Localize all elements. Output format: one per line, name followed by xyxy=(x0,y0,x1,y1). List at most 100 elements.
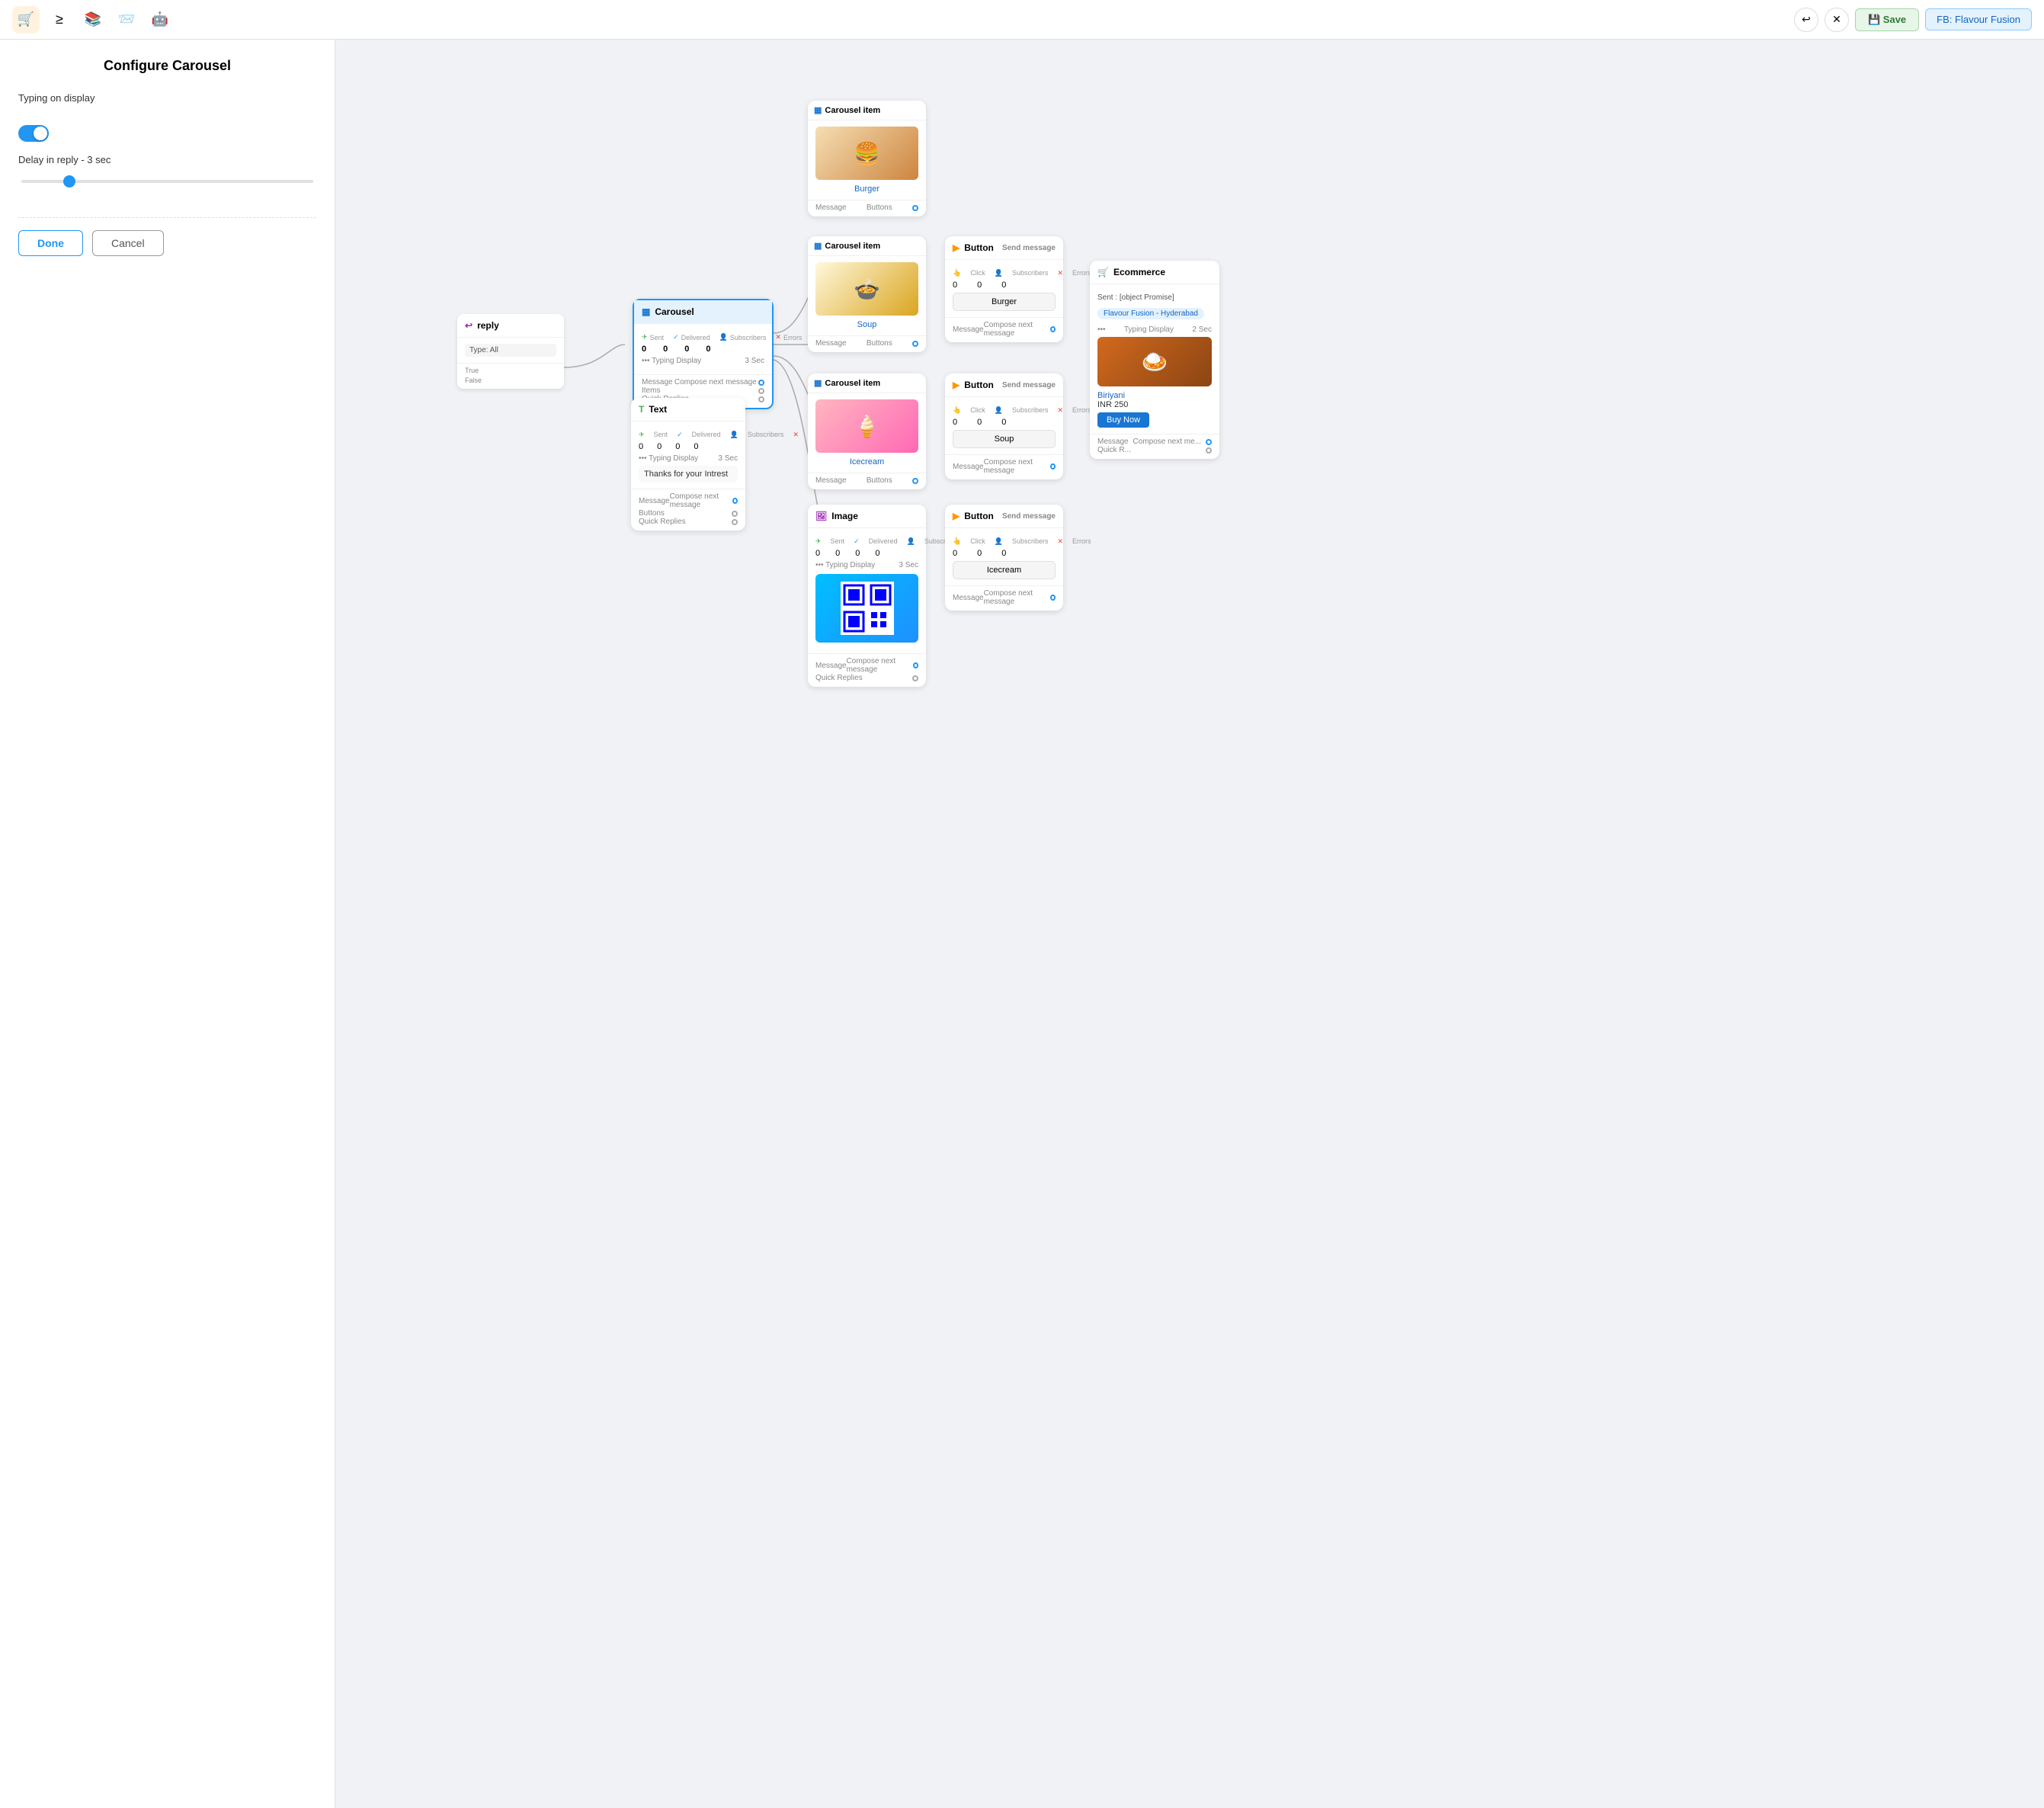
ci-burger-msg: Message xyxy=(815,204,847,212)
btn-soup-err-num: 0 xyxy=(1001,418,1006,427)
typing-toggle[interactable] xyxy=(18,125,49,142)
stat-delivered: ✓ Delivered xyxy=(673,333,710,341)
condition-icon-btn[interactable]: ≥ xyxy=(46,6,73,34)
ci-burger-port[interactable] xyxy=(912,205,918,211)
ci-burger-icon: ▦ xyxy=(814,105,822,115)
btn-icecream-click-icon: 👆 xyxy=(953,537,961,546)
btn-soup-node[interactable]: ▶ Button Send message 👆 Click 👤 Subscrib… xyxy=(945,373,1063,479)
text-buttons-port[interactable] xyxy=(732,511,738,517)
buy-now-button[interactable]: Buy Now xyxy=(1097,412,1149,428)
qr-port[interactable] xyxy=(758,396,764,402)
btn-icecream-port[interactable] xyxy=(1050,595,1056,601)
compose-port[interactable] xyxy=(758,380,764,386)
fb-button[interactable]: FB: Flavour Fusion xyxy=(1925,8,2032,30)
done-button[interactable]: Done xyxy=(18,230,83,256)
btn-soup-compose: Compose next message xyxy=(984,458,1050,475)
bot-icon-btn[interactable]: 🤖 xyxy=(146,6,174,34)
stack-icon-btn[interactable]: 📚 xyxy=(79,6,107,34)
btn-icecream-node[interactable]: ▶ Button Send message 👆 Click 👤 Subscrib… xyxy=(945,505,1063,611)
ci-burger-title: Carousel item xyxy=(825,106,880,115)
reply-true: True xyxy=(465,367,556,374)
ci-soup-port[interactable] xyxy=(912,341,918,347)
broadcast-icon-btn[interactable]: 📨 xyxy=(113,6,140,34)
ecomm-icon: 🛒 xyxy=(1097,267,1109,277)
ecomm-tag: Flavour Fusion - Hyderabad xyxy=(1097,308,1204,319)
canvas-area[interactable]: ↩ reply Type: All True False ▦ Carousel xyxy=(335,40,2044,1808)
left-panel: Configure Carousel Typing on display Del… xyxy=(0,40,335,1808)
stat-errors: ✕ Errors xyxy=(775,333,802,341)
ci-icecream-node[interactable]: ▦ Carousel item 🍦 Icecream Message Butto… xyxy=(808,373,926,489)
btn-soup-sub-num: 0 xyxy=(977,418,982,427)
ci-icecream-port[interactable] xyxy=(912,478,918,484)
image-footer-row: Message Compose next message xyxy=(815,657,918,674)
btn-icecream-footer-row: Message Compose next message xyxy=(953,589,1056,606)
text-node[interactable]: T Text ✈ Sent ✓ Delivered 👤 Subscribers … xyxy=(631,398,745,531)
ecomm-node[interactable]: 🛒 Ecommerce Sent : [object Promise] Flav… xyxy=(1090,261,1219,459)
errors-icon: ✕ xyxy=(775,333,781,341)
cancel-button[interactable]: Cancel xyxy=(92,230,164,256)
text-qr-port[interactable] xyxy=(732,519,738,525)
image-node[interactable]: 🖼 Image ✈ Sent ✓ Delivered 👤 Subscribers… xyxy=(808,505,926,687)
btn-soup-body: 👆 Click 👤 Subscribers ✕ Errors 0 0 0 Sou… xyxy=(945,397,1063,454)
ecomm-port[interactable] xyxy=(1206,439,1212,445)
ci-burger-footer: Message Buttons xyxy=(808,200,926,216)
ci-icecream-header: ▦ Carousel item xyxy=(808,373,926,393)
text-compose-port[interactable] xyxy=(732,498,738,504)
items-port[interactable] xyxy=(758,388,764,394)
btn-burger-node[interactable]: ▶ Button Send message 👆 Click 👤 Subscrib… xyxy=(945,236,1063,342)
ecomm-title: Ecommerce xyxy=(1113,267,1165,277)
carousel-header: ▦ Carousel xyxy=(634,300,772,324)
btn-soup-action[interactable]: Soup xyxy=(953,430,1056,448)
sent-num: 0 xyxy=(642,345,646,354)
img-sent-num: 0 xyxy=(815,549,820,558)
btn-burger-action[interactable]: Burger xyxy=(953,293,1056,311)
text-del-num: 0 xyxy=(657,442,662,451)
image-footer: Message Compose next message Quick Repli… xyxy=(808,653,926,687)
btn-icecream-action[interactable]: Icecream xyxy=(953,561,1056,579)
image-qr-port[interactable] xyxy=(912,675,918,681)
btn-burger-footer: Message Compose next message xyxy=(945,317,1063,342)
btn-soup-stats-nums: 0 0 0 xyxy=(953,418,1056,427)
ci-soup-msg: Message xyxy=(815,339,847,348)
ci-icecream-msg-row: Message Buttons xyxy=(815,476,918,485)
carousel-stats: ✈ Sent ✓ Delivered 👤 Subscribers ✕ xyxy=(642,333,764,341)
footer-items-label: Items xyxy=(642,386,660,395)
text-err-icon: ✕ xyxy=(793,431,799,439)
delay-row: Delay in reply - 3 sec xyxy=(18,154,316,187)
text-footer-compose: Compose next message xyxy=(670,492,732,509)
ecomm-footer: Message Compose next me... Quick R... xyxy=(1090,434,1219,459)
delay-slider[interactable] xyxy=(21,180,313,183)
btn-soup-msg-label: Message xyxy=(953,463,984,471)
btn-burger-sub-num: 0 xyxy=(977,280,982,290)
stat-subscribers: 👤 Subscribers xyxy=(719,333,767,341)
soup-label: Soup xyxy=(815,320,918,329)
ci-burger-node[interactable]: ▦ Carousel item 🍔 Burger Message Buttons xyxy=(808,101,926,216)
footer-compose-label: Compose next message xyxy=(674,378,757,386)
btn-burger-footer-row: Message Compose next message xyxy=(953,321,1056,338)
ecomm-price: INR 250 xyxy=(1097,400,1212,409)
text-del-icon: ✓ xyxy=(677,431,683,439)
ecomm-footer-row: Message Compose next me... xyxy=(1097,438,1212,446)
ecomm-delay: 2 Sec xyxy=(1192,325,1212,334)
ecomm-qr-port[interactable] xyxy=(1206,447,1212,454)
image-stats-labels: ✈ Sent ✓ Delivered 👤 Subscribers ✕ Error… xyxy=(815,537,918,546)
undo-button[interactable]: ↩ xyxy=(1794,8,1818,32)
ci-icecream-icon: ▦ xyxy=(814,378,822,388)
text-sent-num: 0 xyxy=(639,442,643,451)
btn-icecream-footer: Message Compose next message xyxy=(945,585,1063,611)
btn-burger-port[interactable] xyxy=(1050,326,1056,332)
btn-soup-port[interactable] xyxy=(1050,463,1056,470)
image-body: ✈ Sent ✓ Delivered 👤 Subscribers ✕ Error… xyxy=(808,528,926,653)
text-delay: 3 Sec xyxy=(718,454,738,463)
image-compose-port[interactable] xyxy=(913,662,918,668)
redo-button[interactable]: ✕ xyxy=(1825,8,1849,32)
ci-soup-node[interactable]: ▦ Carousel item 🍲 Soup Message Buttons xyxy=(808,236,926,352)
img-del-icon: ✓ xyxy=(854,537,860,546)
save-button[interactable]: 💾 Save xyxy=(1855,8,1919,31)
ecomm-footer-qr: Quick R... xyxy=(1097,446,1212,454)
cart-icon-btn[interactable]: 🛒 xyxy=(12,6,40,34)
divider xyxy=(18,217,316,218)
btn-icecream-compose: Compose next message xyxy=(984,589,1050,606)
carousel-node[interactable]: ▦ Carousel ✈ Sent ✓ Delivered xyxy=(633,299,774,409)
biryani-image: 🍛 xyxy=(1097,337,1212,386)
